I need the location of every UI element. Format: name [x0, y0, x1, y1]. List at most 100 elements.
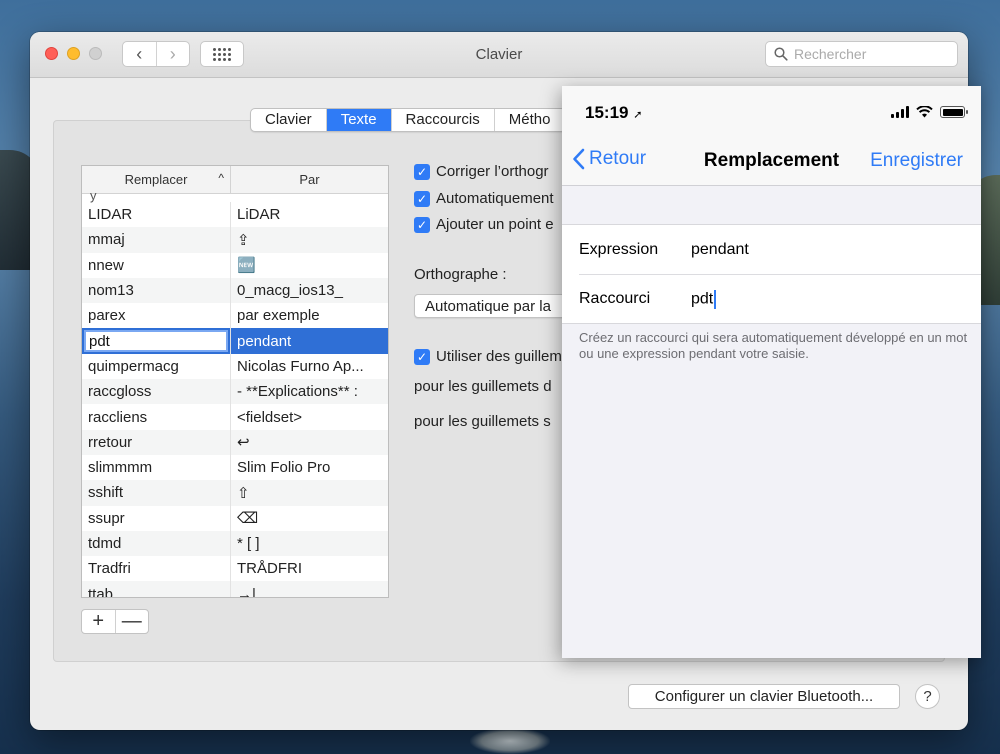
with-cell: ↩ [237, 434, 250, 452]
with-cell: * [ ] [237, 535, 260, 552]
single-quotes-label: pour les guillemets s [414, 413, 551, 430]
table-row[interactable]: quimpermacg Nicolas Furno Ap... [82, 353, 388, 380]
with-cell: <fieldset> [237, 408, 303, 426]
configure-bluetooth-keyboard-button[interactable]: Configurer un clavier Bluetooth... [628, 684, 900, 709]
add-remove-buttons: + — [81, 609, 149, 634]
replace-cell: sshift [82, 480, 231, 506]
with-cell: pendant [237, 332, 292, 350]
table-row[interactable]: rretour ↩ [82, 429, 388, 455]
help-button[interactable]: ? [915, 684, 940, 709]
replace-edit-field[interactable]: pdt [84, 330, 228, 352]
column-header-with[interactable]: Par [231, 166, 388, 193]
tab-methodes[interactable]: Métho [495, 109, 566, 131]
wifi-icon [916, 106, 933, 118]
replace-cell: nom13 [82, 277, 231, 304]
replace-cell: raccgloss [82, 379, 231, 405]
nav-separator [562, 185, 981, 186]
with-cell: LiDAR [237, 206, 281, 224]
expression-row[interactable]: Expression pendant [562, 225, 981, 274]
text-replacement-table[interactable]: Remplacer ^ Par y LIDAR LiDAR mmaj ⇪ nnew 🆕… [81, 165, 389, 598]
checkbox-checked[interactable]: ✓ [414, 348, 430, 365]
shortcut-value: pdt [691, 290, 714, 308]
shortcut-row[interactable]: Raccourci pdt [579, 274, 981, 323]
replace-cell: rretour [82, 429, 231, 455]
wallpaper-rock [470, 728, 550, 754]
add-button[interactable]: + [82, 610, 115, 633]
table-row[interactable]: nom13 0_macg_ios13_ [82, 277, 388, 304]
with-cell: TRÅDFRI [237, 560, 302, 578]
replace-cell: parex [82, 303, 231, 329]
table-row[interactable]: LIDAR LiDAR [82, 202, 388, 228]
search-icon [774, 47, 788, 61]
table-row[interactable]: sshift ⇧ [82, 480, 388, 506]
table-header: Remplacer ^ Par [82, 166, 388, 194]
tab-clavier[interactable]: Clavier [251, 109, 327, 131]
option-label: Automatiquement [436, 190, 554, 207]
table-row[interactable]: raccgloss - **Explications** : [82, 379, 388, 405]
with-cell: par exemple [237, 307, 320, 325]
search-placeholder: Rechercher [794, 46, 867, 62]
shortcut-label: Raccourci [579, 290, 651, 307]
partial-row-text: y [90, 188, 97, 203]
option-smart-quotes[interactable]: ✓ Utiliser des guillem [414, 348, 562, 365]
table-row-selected[interactable]: pdt pendant [82, 328, 388, 354]
iphone-replacement-screen: 15:19 ➚ Retour Remplacement Enregistrer [562, 86, 981, 658]
with-cell: - **Explications** : [237, 383, 358, 401]
tab-texte[interactable]: Texte [326, 109, 392, 131]
column-header-replace[interactable]: Remplacer ^ [82, 166, 231, 193]
help-footnote: Créez un raccourci qui sera automatiquem… [579, 330, 968, 361]
option-label: Utiliser des guillem [436, 348, 562, 365]
with-cell: Nicolas Furno Ap... [237, 357, 364, 375]
replace-cell: slimmmm [82, 454, 231, 481]
location-icon: ➚ [633, 109, 643, 121]
with-cell: →| [237, 585, 256, 598]
with-cell: ⇧ [237, 484, 250, 502]
checkbox-checked[interactable]: ✓ [414, 163, 430, 180]
text-cursor [714, 289, 717, 309]
titlebar: ‹ › Clavier Rechercher [30, 32, 968, 78]
with-cell: ⇪ [237, 231, 250, 249]
replace-cell: LIDAR [82, 202, 231, 228]
column-replace-label: Remplacer [124, 172, 188, 187]
replace-cell: ssupr [82, 505, 231, 531]
remove-button[interactable]: — [114, 610, 149, 633]
option-label: Ajouter un point e [436, 216, 554, 233]
spelling-label: Orthographe : [414, 266, 507, 283]
replace-cell: Tradfri [82, 556, 231, 582]
expression-field[interactable]: pendant [691, 241, 749, 259]
replace-cell: nnew [82, 252, 231, 278]
cellular-signal-icon [891, 106, 909, 118]
checkbox-checked[interactable]: ✓ [414, 216, 430, 233]
battery-icon [940, 106, 968, 118]
option-correct-spelling[interactable]: ✓ Corriger l’orthogr [414, 163, 549, 180]
table-row[interactable]: Tradfri TRÅDFRI [82, 556, 388, 582]
table-row[interactable]: ssupr ⌫ [82, 505, 388, 531]
replace-cell-editing[interactable]: pdt [82, 328, 231, 354]
tab-raccourcis[interactable]: Raccourcis [392, 109, 495, 131]
replacement-form: Expression pendant Raccourci pdt [562, 224, 981, 324]
option-auto-capitalize[interactable]: ✓ Automatiquement [414, 190, 554, 207]
table-row[interactable]: raccliens <fieldset> [82, 404, 388, 430]
save-button[interactable]: Enregistrer [870, 150, 963, 172]
with-cell: 🆕 [237, 257, 256, 275]
table-body: LIDAR LiDAR mmaj ⇪ nnew 🆕 nom13 0_macg_ios13… [82, 202, 388, 598]
table-row[interactable]: nnew 🆕 [82, 252, 388, 278]
double-quotes-label: pour les guillemets d [414, 378, 552, 395]
table-row[interactable]: ttab →| [82, 581, 388, 598]
table-row[interactable]: slimmmm Slim Folio Pro [82, 454, 388, 481]
search-field[interactable]: Rechercher [765, 41, 958, 67]
replace-cell: tdmd [82, 530, 231, 557]
sort-ascending-icon: ^ [218, 171, 224, 185]
shortcut-field[interactable]: pdt [691, 289, 717, 309]
status-icons [891, 106, 968, 118]
table-row[interactable]: parex par exemple [82, 303, 388, 329]
option-add-period[interactable]: ✓ Ajouter un point e [414, 216, 554, 233]
checkbox-checked[interactable]: ✓ [414, 190, 430, 207]
table-row[interactable]: mmaj ⇪ [82, 227, 388, 253]
with-cell: ⌫ [237, 510, 259, 528]
table-row[interactable]: tdmd * [ ] [82, 530, 388, 557]
time-text: 15:19 [585, 103, 629, 122]
tab-bar: Clavier Texte Raccourcis Métho [250, 108, 567, 132]
with-cell: 0_macg_ios13_ [237, 282, 343, 300]
replace-cell: quimpermacg [82, 353, 231, 380]
